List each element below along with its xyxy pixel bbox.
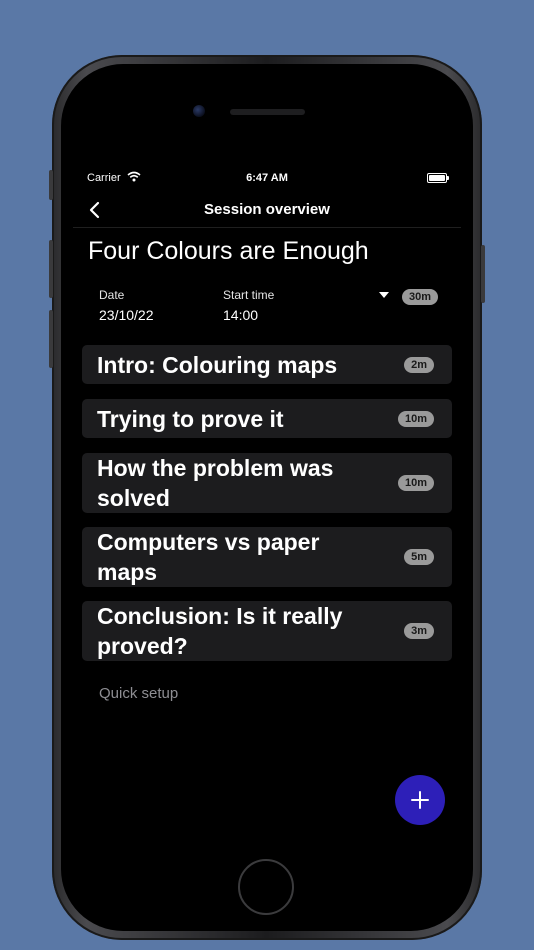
date-field[interactable]: Date 23/10/22 (99, 288, 154, 323)
talk-title: Trying to prove it (97, 405, 284, 432)
app-screen: Carrier 6:47 AM Session overview Four Co… (73, 165, 461, 855)
talk-item[interactable]: Intro: Colouring maps 2m (82, 345, 452, 384)
date-value: 23/10/22 (99, 307, 154, 323)
front-camera (193, 105, 205, 117)
start-time-value: 14:00 (223, 307, 259, 323)
talk-item[interactable]: Conclusion: Is it really proved? 3m (82, 601, 452, 661)
talk-duration-badge: 10m (397, 475, 434, 491)
talk-duration-badge: 5m (404, 549, 434, 565)
total-duration-badge: 30m (402, 289, 439, 305)
home-button[interactable] (238, 859, 294, 915)
earpiece-speaker (230, 109, 305, 115)
date-label: Date (99, 288, 125, 302)
talk-duration-badge: 2m (404, 356, 434, 373)
talk-duration-badge: 10m (397, 410, 434, 427)
talk-title: How the problem was solved (97, 455, 334, 511)
power-button (481, 245, 485, 303)
battery-icon (427, 173, 449, 183)
quick-setup-link[interactable]: Quick setup (99, 685, 178, 702)
talk-item[interactable]: How the problem was solved 10m (82, 453, 452, 513)
start-time-field[interactable]: Start time 14:00 (223, 288, 274, 323)
talk-title: Computers vs paper maps (97, 529, 320, 585)
volume-down-button (49, 310, 53, 368)
talk-title: Intro: Colouring maps (97, 351, 338, 378)
session-title: Four Colours are Enough (88, 237, 369, 265)
talk-duration-badge: 3m (404, 623, 434, 639)
talk-item[interactable]: Computers vs paper maps 5m (82, 527, 452, 587)
plus-icon (411, 791, 429, 809)
talk-title: Conclusion: Is it really proved? (97, 603, 343, 659)
navigation-bar: Session overview (73, 193, 461, 228)
triangle-down-icon[interactable] (378, 291, 390, 299)
status-bar: Carrier 6:47 AM (73, 165, 461, 193)
nav-title: Session overview (204, 201, 330, 218)
talk-item[interactable]: Trying to prove it 10m (82, 399, 452, 438)
clock: 6:47 AM (246, 172, 288, 184)
add-button[interactable] (395, 775, 445, 825)
start-time-label: Start time (223, 288, 275, 302)
silent-switch (49, 170, 53, 200)
volume-up-button (49, 240, 53, 298)
